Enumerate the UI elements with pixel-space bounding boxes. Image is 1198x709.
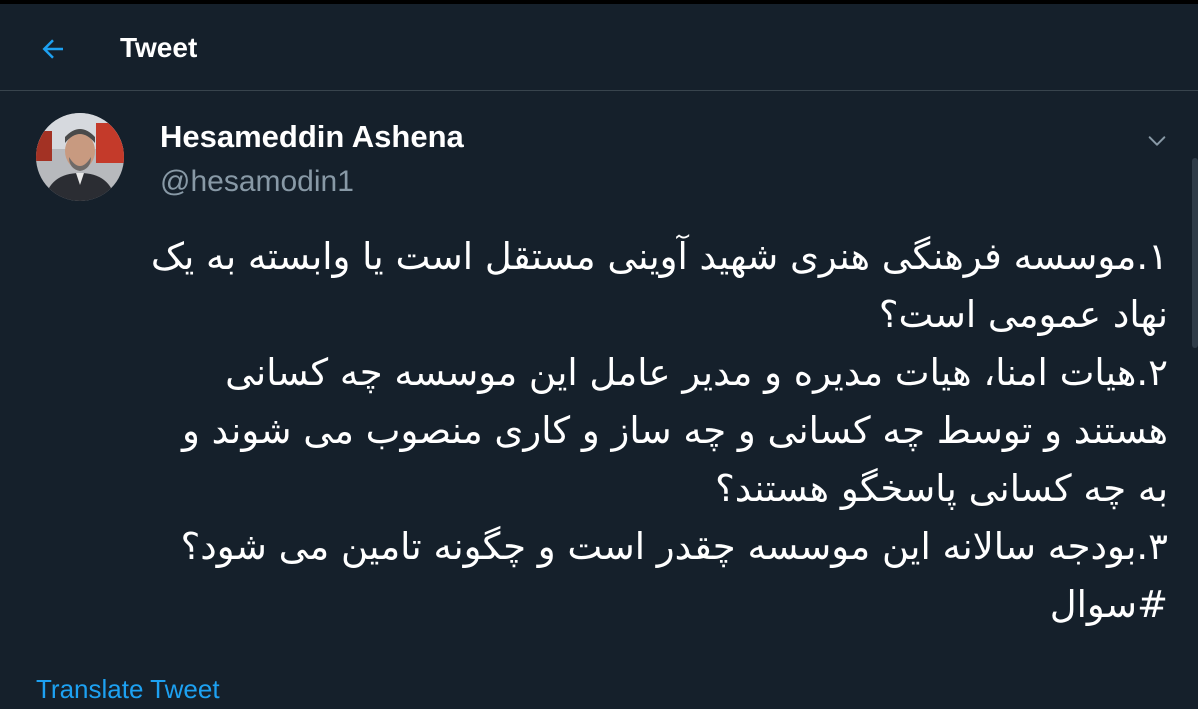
page-title: Tweet: [120, 32, 198, 63]
top-app-bar: Tweet: [0, 4, 1198, 91]
tweet-text-line: هستند و توسط چه کسانی و چه ساز و کاری من…: [182, 409, 1168, 452]
tweet-detail-screen: Tweet Hesameddin Ashena @hesamodin1 ۱.مو…: [0, 0, 1198, 709]
tweet-text-line: نهاد عمومی است؟: [878, 293, 1168, 336]
translate-tweet-link[interactable]: Translate Tweet: [36, 672, 220, 706]
tweet-text-line: ۳.بودجه سالانه این موسسه چقدر است و چگون…: [180, 525, 1168, 568]
tweet-text: ۱.موسسه فرهنگی هنری شهید آوینی مستقل است…: [34, 228, 1168, 634]
arrow-left-icon: [42, 39, 63, 59]
scrollbar[interactable]: [1192, 158, 1198, 348]
tweet-text-line: به چه کسانی پاسخگو هستند؟: [715, 467, 1168, 510]
back-button[interactable]: [30, 26, 76, 72]
tweet-text-line: ۱.موسسه فرهنگی هنری شهید آوینی مستقل است…: [150, 235, 1168, 278]
chevron-down-icon: [1148, 136, 1166, 146]
avatar-photo: [36, 113, 124, 201]
tweet-text-line: ۲.هیات امنا، هیات مدیره و مدیر عامل این …: [225, 351, 1168, 394]
hashtag-link[interactable]: #سوال: [34, 576, 1168, 634]
author-name[interactable]: Hesameddin Ashena: [160, 118, 464, 156]
avatar[interactable]: [36, 113, 124, 201]
tweet-menu-button[interactable]: [1138, 122, 1176, 160]
author-handle[interactable]: @hesamodin1: [160, 163, 354, 201]
